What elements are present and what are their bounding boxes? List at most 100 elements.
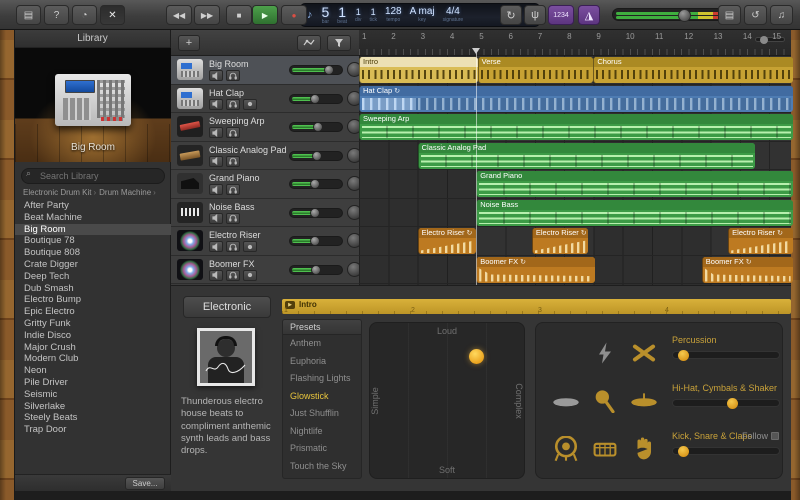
breadcrumb[interactable]: Electronic Drum Kit › Drum Machine › [23, 188, 167, 197]
input-monitor-button[interactable] [243, 98, 257, 110]
play-button[interactable]: ▶ [252, 5, 278, 25]
track-volume-slider[interactable] [289, 236, 343, 246]
drum-row-slider[interactable] [672, 446, 780, 457]
drum-row-slider[interactable] [672, 398, 780, 409]
track-volume-knob[interactable] [310, 93, 320, 104]
library-item[interactable]: Dub Smash [15, 283, 171, 295]
input-monitor-button[interactable] [243, 269, 257, 281]
mute-button[interactable] [209, 241, 223, 252]
mute-button[interactable] [209, 98, 223, 110]
library-item[interactable]: Neon [15, 365, 171, 377]
library-item[interactable]: Pile Driver [15, 377, 171, 389]
library-item[interactable]: Major Crush [15, 342, 171, 354]
headphones-button[interactable] [226, 127, 240, 138]
library-item[interactable]: Trap Door [15, 424, 171, 436]
genre-button[interactable]: Electronic [183, 296, 271, 318]
quick-help-button[interactable]: ? [44, 5, 69, 25]
library-item[interactable]: Epic Electro [15, 306, 171, 318]
library-item[interactable]: Gritty Funk [15, 318, 171, 330]
track-header[interactable]: Electro Riser [171, 227, 362, 256]
library-item[interactable]: Beat Machine [15, 212, 171, 224]
region-verse[interactable]: Verse [477, 57, 594, 83]
track-volume-slider[interactable] [289, 179, 343, 189]
library-item[interactable]: Boutique 808 [15, 247, 171, 259]
input-monitor-button[interactable] [243, 241, 257, 252]
track-volume-knob[interactable] [310, 207, 320, 218]
xy-pad[interactable]: Loud Soft Simple Complex [369, 322, 525, 479]
library-item[interactable]: Steely Beats [15, 412, 171, 424]
follow-checkbox[interactable] [771, 432, 780, 440]
kick-drum-icon[interactable] [554, 436, 578, 462]
media-browser-button[interactable]: ♫ [770, 5, 793, 25]
library-item[interactable]: Silverlake [15, 401, 171, 413]
metronome-button[interactable]: ◮ [578, 5, 600, 25]
track-filter-button[interactable] [327, 35, 351, 51]
notepad-button[interactable]: ▤ [718, 5, 741, 25]
region-noise-bass[interactable]: Noise Bass [476, 199, 793, 226]
library-item[interactable]: Electro Bump [15, 294, 171, 306]
mute-button[interactable] [209, 70, 223, 81]
clap-hand-icon[interactable] [633, 436, 655, 462]
track-header[interactable]: Grand Piano [171, 170, 362, 199]
track-volume-knob[interactable] [324, 65, 334, 75]
headphones-button[interactable] [226, 212, 240, 224]
track-volume-slider[interactable] [289, 122, 343, 132]
mute-button[interactable] [209, 127, 223, 138]
drum-row-slider[interactable] [672, 350, 780, 361]
mute-button[interactable] [209, 212, 223, 224]
lcd-field-bar[interactable]: 5 bar [322, 5, 330, 25]
track-volume-knob[interactable] [311, 264, 321, 275]
drum-row-slider-knob[interactable] [727, 398, 738, 409]
headphones-button[interactable] [226, 155, 240, 167]
xy-puck[interactable] [469, 349, 484, 364]
preset-item[interactable]: Glowstick [283, 388, 361, 406]
region-electro-riser[interactable]: Electro Riser ↻ [417, 228, 477, 254]
timeline-ruler[interactable]: 1 2 3 4 5 6 7 8 9 10 11 12 13 14 15 [359, 30, 791, 56]
add-track-button[interactable]: + [178, 35, 200, 51]
playhead-marker[interactable] [472, 48, 481, 54]
region-chorus[interactable]: Chorus [593, 57, 793, 83]
preset-item[interactable]: Flashing Lights [283, 370, 361, 388]
crossed-sticks-icon[interactable] [631, 342, 657, 364]
preset-item[interactable]: Just Shufflin [283, 405, 361, 423]
mute-button[interactable] [209, 155, 223, 167]
lcd-field-key[interactable]: A maj key [410, 7, 435, 23]
tuner-button[interactable]: ψ [524, 5, 546, 25]
volume-knob[interactable] [678, 9, 691, 22]
track-volume-slider[interactable] [289, 150, 343, 161]
lcd-field-div[interactable]: 1 div [355, 7, 361, 23]
rewind-button[interactable]: ◀◀ [166, 5, 192, 25]
hihat-disc-icon[interactable] [552, 390, 580, 412]
library-item[interactable]: Big Room [15, 223, 171, 236]
region-electro-riser[interactable]: Electro Riser ↻ [531, 228, 588, 254]
region-boomer-fx[interactable]: Boomer FX ↻ [476, 256, 595, 283]
count-in-button[interactable]: 1234 [548, 5, 574, 25]
headphones-button[interactable] [226, 70, 240, 81]
region-classic-analog-pad[interactable]: Classic Analog Pad [417, 142, 755, 169]
lcd-field-tempo[interactable]: 128 tempo [385, 7, 402, 23]
preset-item[interactable]: Nightlife [283, 423, 361, 441]
track-header[interactable]: Classic Analog Pad [171, 141, 362, 170]
cymbal-icon[interactable] [630, 390, 658, 412]
track-volume-knob[interactable] [310, 236, 320, 246]
maraca-icon[interactable] [594, 389, 616, 413]
preset-item[interactable]: Touch the Sky [283, 458, 361, 476]
library-item[interactable]: Crate Digger [15, 259, 171, 271]
track-header[interactable]: Noise Bass [171, 198, 362, 227]
library-item[interactable]: Boutique 78 [15, 235, 171, 247]
automation-button[interactable] [297, 35, 321, 51]
track-volume-slider[interactable] [289, 207, 343, 218]
headphones-button[interactable] [226, 269, 240, 281]
lightning-icon[interactable] [596, 342, 614, 364]
preset-item[interactable]: Prismatic [283, 440, 361, 458]
region-hat-clap[interactable]: Hat Clap ↻ [359, 85, 793, 112]
headphones-button[interactable] [226, 98, 240, 110]
lcd-field-signature[interactable]: 4/4 signature [443, 7, 464, 23]
region-electro-riser[interactable]: Electro Riser ↻ [728, 228, 793, 254]
track-volume-slider[interactable] [289, 65, 343, 75]
headphones-button[interactable] [226, 184, 240, 195]
lcd-field-tick[interactable]: 1 tick [369, 7, 377, 23]
region-intro[interactable]: Intro [359, 57, 478, 83]
smart-controls-button[interactable]: ✕ [100, 5, 125, 25]
track-volume-slider[interactable] [289, 264, 343, 275]
